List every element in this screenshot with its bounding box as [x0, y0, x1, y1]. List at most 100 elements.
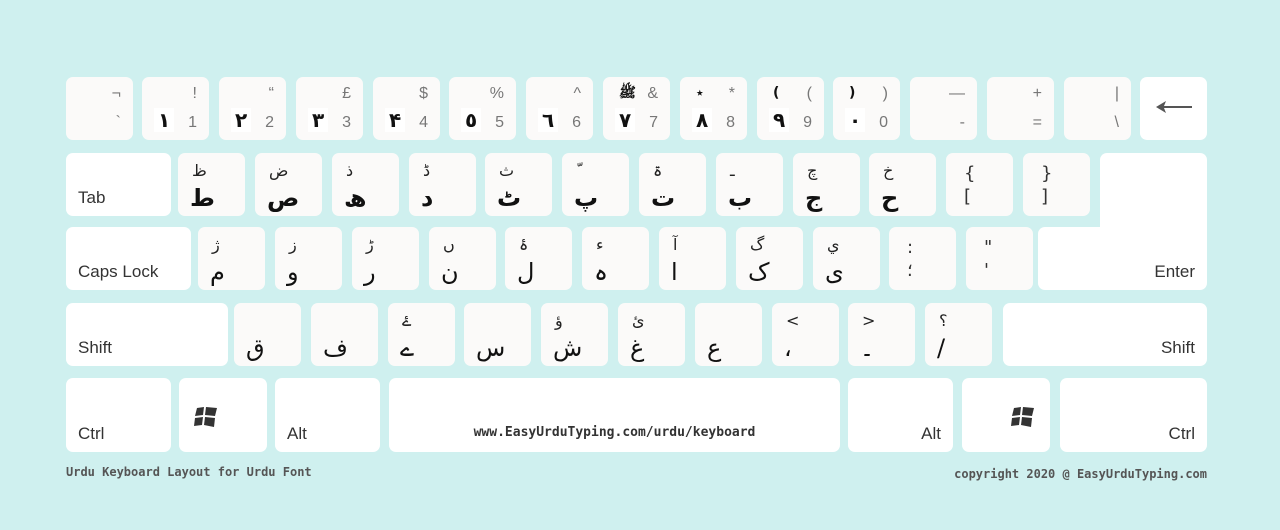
- shift-row-key[interactable]: < ،: [772, 303, 839, 366]
- number-row-key[interactable]: ) 0 ٠): [833, 77, 900, 140]
- key-urdu-shift-char: ﷺ: [619, 85, 636, 101]
- alt-right-key[interactable]: Alt: [848, 378, 953, 452]
- caps-row-key[interactable]: : ؛: [889, 227, 956, 290]
- enter-key[interactable]: Enter: [1038, 227, 1207, 290]
- caps-row-key[interactable]: " ': [966, 227, 1033, 290]
- shift-right-label: Shift: [1160, 338, 1195, 357]
- shift-row-key[interactable]: > ۔: [848, 303, 915, 366]
- caps-row-key[interactable]: گک: [736, 227, 803, 290]
- key-normal-char: \: [1114, 114, 1119, 131]
- number-row-key[interactable]: £3 ٣: [296, 77, 363, 140]
- backspace-key[interactable]: [1140, 77, 1207, 140]
- tab-row-key[interactable]: خح: [869, 153, 936, 216]
- footer-caption: Urdu Keyboard Layout for Urdu Font: [66, 465, 312, 479]
- shift-left-key[interactable]: Shift: [66, 303, 228, 366]
- caps-row-key[interactable]: ژم: [198, 227, 265, 290]
- shift-row-key[interactable]: ؟ /: [925, 303, 992, 366]
- key-urdu-char: پ: [574, 184, 599, 212]
- key-urdu-char: ط: [190, 184, 215, 212]
- key-urdu-shift-char: ض: [269, 161, 289, 180]
- number-row-key[interactable]: ^ 6 ٦: [526, 77, 593, 140]
- caps-row-key[interactable]: يی: [813, 227, 880, 290]
- key-shift-char: >: [862, 311, 876, 330]
- number-row-key[interactable]: + =: [987, 77, 1054, 140]
- ctrl-right-key[interactable]: Ctrl: [1060, 378, 1207, 452]
- key-shift-char: +: [1032, 85, 1042, 102]
- key-urdu-shift-char: ڈ: [423, 161, 431, 180]
- key-urdu-char: /: [937, 334, 946, 362]
- tab-row-key[interactable]: ّپ: [562, 153, 629, 216]
- key-urdu-shift-char: ذ: [346, 161, 354, 180]
- caps-row-key[interactable]: زو: [275, 227, 342, 290]
- alt-left-key[interactable]: Alt: [275, 378, 380, 452]
- enter-key[interactable]: [1100, 153, 1207, 233]
- number-row-key[interactable]: & 7 ٧ ﷺ: [603, 77, 670, 140]
- key-urdu-char: م: [210, 258, 225, 286]
- tab-row-key[interactable]: }]: [1023, 153, 1090, 216]
- key-shift-char: %: [489, 85, 504, 102]
- key-urdu-shift-char: گ: [750, 235, 765, 254]
- enter-label: Enter: [1154, 262, 1195, 281]
- shift-row-key[interactable]: س: [464, 303, 531, 366]
- ctrl-left-key[interactable]: Ctrl: [66, 378, 171, 452]
- tab-row-key[interactable]: ـب: [716, 153, 783, 216]
- caps-row-key[interactable]: ڑر: [352, 227, 419, 290]
- shift-row-key[interactable]: ق: [234, 303, 301, 366]
- key-shift-char: }: [1041, 163, 1053, 184]
- key-urdu-shift-char: ): [849, 85, 856, 101]
- shift-row-key[interactable]: ۓے: [388, 303, 455, 366]
- caps-row-key[interactable]: ۂل: [505, 227, 572, 290]
- tab-row-key[interactable]: ڈد: [409, 153, 476, 216]
- caps-row-key[interactable]: ںن: [429, 227, 496, 290]
- caps-lock-key[interactable]: Caps Lock: [66, 227, 191, 290]
- tab-key[interactable]: Tab: [66, 153, 171, 216]
- space-key[interactable]: www.EasyUrduTyping.com/urdu/keyboard: [389, 378, 840, 452]
- caps-row-key[interactable]: آا: [659, 227, 726, 290]
- shift-row-key[interactable]: ع: [695, 303, 762, 366]
- key-urdu-char: ف: [323, 334, 348, 362]
- key-shift-char: &: [647, 85, 658, 102]
- key-urdu-char: ن: [441, 258, 459, 286]
- key-urdu-char: ج: [805, 184, 823, 212]
- number-row-key[interactable]: “ 2 ٢: [219, 77, 286, 140]
- windows-right-key[interactable]: [962, 378, 1050, 452]
- shift-row-key[interactable]: ف: [311, 303, 378, 366]
- number-row-key[interactable]: * 8 ٨ ٭: [680, 77, 747, 140]
- tab-row-key[interactable]: ۃت: [639, 153, 706, 216]
- key-shift-char: <: [786, 311, 800, 330]
- key-urdu-char: ب: [728, 184, 753, 212]
- key-shift-char: !: [192, 85, 197, 102]
- number-row-key[interactable]: ¬ `: [66, 77, 133, 140]
- key-urdu-digit: ٣: [308, 108, 329, 132]
- shift-left-label: Shift: [78, 338, 113, 357]
- tab-row-key[interactable]: ظط: [178, 153, 245, 216]
- number-row-key[interactable]: — -: [910, 77, 977, 140]
- key-shift-char: :: [907, 237, 914, 258]
- tab-row-key[interactable]: ثٹ: [485, 153, 552, 216]
- key-shift-char: £: [342, 85, 351, 102]
- number-row-key[interactable]: | \: [1064, 77, 1131, 140]
- number-row-key[interactable]: (9 ٩ (: [757, 77, 824, 140]
- key-urdu-digit: ٨: [692, 108, 713, 132]
- key-urdu-char: ی: [825, 258, 844, 286]
- shift-right-key[interactable]: Shift: [1003, 303, 1207, 366]
- tab-row-key[interactable]: ضص: [255, 153, 322, 216]
- tab-row-key[interactable]: ذھ: [332, 153, 399, 216]
- tab-row-key[interactable]: {[: [946, 153, 1013, 216]
- number-row-key[interactable]: % 5 ٥: [449, 77, 516, 140]
- key-urdu-digit: ٠: [845, 108, 866, 132]
- key-urdu-digit: ۴: [385, 108, 406, 132]
- windows-left-key[interactable]: [179, 378, 267, 452]
- key-shift-char: (: [806, 85, 812, 102]
- key-normal-char: 5: [495, 114, 504, 131]
- caps-row-key[interactable]: ءہ: [582, 227, 649, 290]
- shift-row-key[interactable]: ئغ: [618, 303, 685, 366]
- number-row-key[interactable]: ! 1 ١: [142, 77, 209, 140]
- tab-label: Tab: [78, 188, 106, 207]
- number-row-key[interactable]: $4 ۴: [373, 77, 440, 140]
- key-urdu-digit: ٦: [538, 108, 559, 132]
- shift-row-key[interactable]: ؤش: [541, 303, 608, 366]
- tab-row-key[interactable]: چج: [793, 153, 860, 216]
- key-urdu-char: غ: [630, 334, 645, 362]
- key-shift-char: $: [419, 85, 428, 102]
